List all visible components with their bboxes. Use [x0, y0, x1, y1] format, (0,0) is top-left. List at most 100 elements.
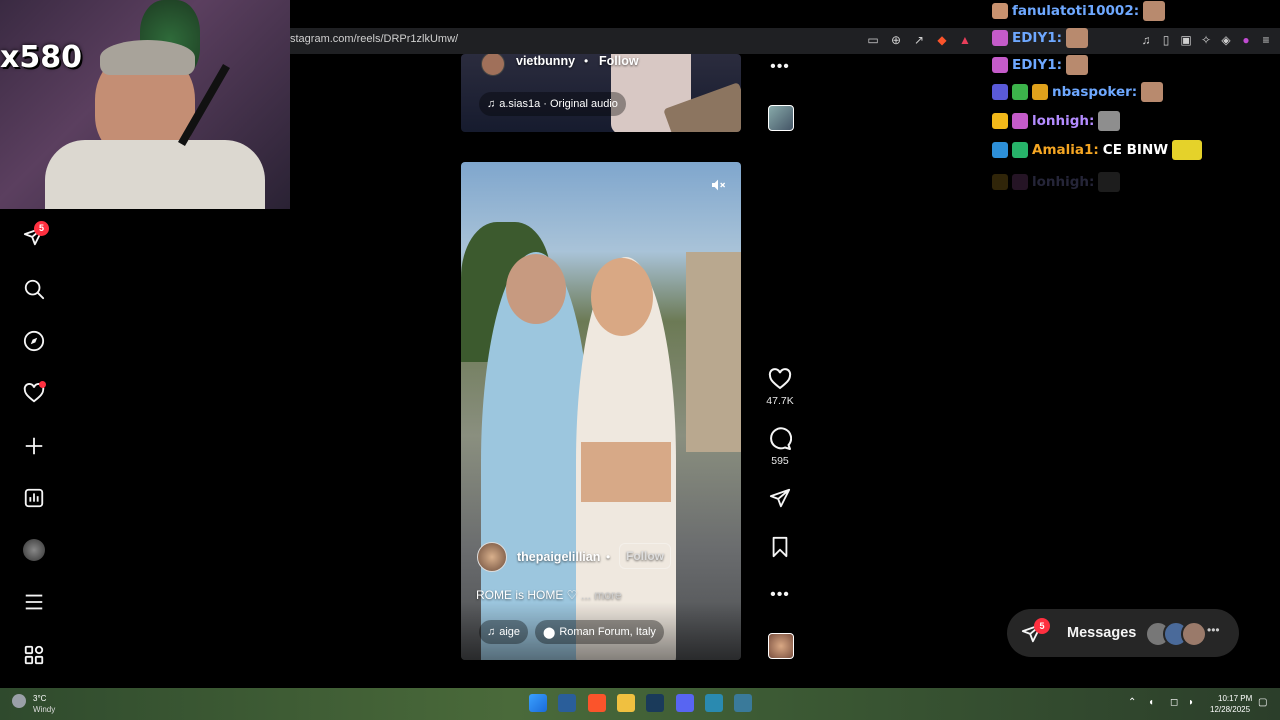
calculator-icon[interactable]	[734, 694, 752, 712]
windows-taskbar	[0, 688, 1280, 720]
network-app-icon[interactable]	[705, 694, 723, 712]
music-icon[interactable]: ♫	[1139, 33, 1153, 47]
tray-chevron-icon[interactable]: ⌃	[1128, 697, 1136, 708]
clock-time[interactable]: 10:17 PM	[1218, 694, 1252, 703]
share-button[interactable]	[767, 485, 793, 511]
music-note-icon: ♫	[487, 626, 496, 638]
weather-icon[interactable]	[12, 694, 26, 708]
audio-thumbnail[interactable]	[768, 105, 794, 131]
insights-icon	[24, 488, 44, 508]
share-icon[interactable]: ↗	[912, 33, 926, 47]
mute-button[interactable]	[705, 172, 731, 198]
volume-icon[interactable]: ◗	[1188, 697, 1194, 708]
chat-line: EDIY1:	[992, 28, 1089, 48]
webcam-overlay: x580	[0, 0, 290, 209]
search-nav[interactable]	[21, 276, 47, 302]
vpn-icon[interactable]: ◈	[1219, 33, 1233, 47]
follow-button[interactable]: Follow	[619, 543, 671, 569]
brave-shield-icon[interactable]: ◆	[935, 33, 949, 47]
explore-nav[interactable]	[21, 328, 47, 354]
more-dots-icon: •••	[770, 58, 790, 75]
chat-username: nbaspoker:	[1052, 84, 1138, 100]
plus-icon	[25, 437, 43, 455]
chat-badge-icon	[992, 3, 1008, 19]
reel-author-avatar[interactable]	[477, 542, 507, 572]
chat-line: Amalia1: CE BINW	[992, 140, 1203, 160]
chat-username: EDIY1:	[1012, 57, 1063, 73]
caption-more-link[interactable]: ... more	[581, 588, 622, 602]
location-pin-icon: ⬤	[543, 626, 556, 639]
direct-nav[interactable]: 5	[21, 221, 49, 249]
comment-button[interactable]	[767, 426, 793, 452]
chat-emote	[1172, 140, 1203, 160]
weather-temp: 3°C	[33, 694, 47, 703]
sidebar-icon[interactable]: ▯	[1159, 33, 1173, 47]
profile-nav[interactable]	[21, 537, 47, 563]
audio-label: a.sias1a · Original audio	[499, 98, 618, 110]
file-explorer-icon[interactable]	[617, 694, 635, 712]
notifications-nav[interactable]	[21, 380, 47, 406]
comment-count: 595	[771, 455, 789, 467]
more-nav[interactable]	[21, 589, 47, 615]
also-from-meta-nav[interactable]	[21, 642, 47, 668]
reel-video-previous[interactable]: vietbunny • Follow ♫ a.sias1a · Original…	[461, 54, 741, 132]
chat-emote	[1066, 28, 1089, 48]
follow-button[interactable]: Follow	[599, 54, 639, 68]
reel-video[interactable]: thepaigelillian • Follow ROME is HOME ♡ …	[461, 162, 741, 660]
chat-badge-icon	[1012, 142, 1028, 158]
like-button[interactable]	[767, 366, 793, 392]
windows-start-icon[interactable]	[529, 694, 547, 712]
chat-badge-icon	[1032, 84, 1048, 100]
chat-badge-icon	[992, 57, 1008, 73]
network-icon[interactable]: ◻	[1170, 697, 1178, 708]
discord-icon[interactable]	[676, 694, 694, 712]
more-dots-icon: •••	[770, 586, 790, 603]
chat-emote	[1143, 1, 1166, 21]
more-options-button[interactable]: •••	[767, 582, 793, 608]
create-nav[interactable]	[21, 433, 47, 459]
audio-pill[interactable]: ♫ a.sias1a · Original audio	[479, 92, 626, 116]
more-options-button[interactable]: •••	[767, 54, 793, 80]
save-button[interactable]	[767, 534, 793, 560]
send-icon	[769, 488, 791, 508]
menu-icon[interactable]: ≡	[1259, 33, 1273, 47]
extensions-icon[interactable]: ✧	[1199, 33, 1213, 47]
clock-date[interactable]: 12/28/2025	[1210, 705, 1250, 714]
reel-author-avatar[interactable]	[481, 54, 505, 76]
comment-icon	[770, 427, 792, 450]
location-pill[interactable]: ⬤ Roman Forum, Italy	[535, 620, 664, 644]
dashboard-nav[interactable]	[21, 485, 47, 511]
chat-emote	[1098, 111, 1121, 131]
messages-button[interactable]: 5 Messages •••	[1007, 609, 1239, 657]
steam-icon[interactable]	[646, 694, 664, 712]
search-icon	[24, 279, 45, 300]
reader-icon[interactable]: ▭	[866, 33, 880, 47]
chat-badge-icon	[992, 84, 1008, 100]
chat-username: EDIY1:	[1012, 30, 1063, 46]
chat-line: fanulatoti10002:	[992, 1, 1166, 21]
task-view-icon[interactable]	[558, 694, 576, 712]
monument-column	[686, 252, 741, 452]
notification-center-icon[interactable]: ▢	[1258, 697, 1267, 708]
chat-badge-icon	[992, 174, 1008, 190]
brave-browser-icon[interactable]	[588, 694, 606, 712]
leo-icon[interactable]: ●	[1239, 33, 1253, 47]
speaker-muted-icon	[712, 179, 726, 191]
weather-desc: Windy	[33, 705, 56, 714]
zoom-icon[interactable]: ⊕	[889, 33, 903, 47]
apps-grid-icon	[24, 645, 44, 665]
brave-rewards-icon[interactable]: ▲	[958, 33, 972, 47]
chat-emote	[1098, 172, 1121, 192]
address-bar[interactable]: stagram.com/reels/DRPr1zlkUmw/	[290, 33, 458, 45]
audio-pill[interactable]: ♫ aige	[479, 620, 529, 644]
speaker-icon[interactable]: ◖	[1148, 697, 1154, 708]
heart-icon	[768, 368, 792, 390]
chat-emote	[1066, 55, 1089, 75]
avatar	[1181, 621, 1207, 647]
woman-face	[591, 258, 653, 336]
chat-username: fanulatoti10002:	[1012, 3, 1140, 19]
reel-username[interactable]: thepaigelillian	[517, 550, 600, 564]
audio-thumbnail[interactable]	[768, 633, 794, 659]
wallet-icon[interactable]: ▣	[1179, 33, 1193, 47]
reel-username[interactable]: vietbunny	[516, 54, 575, 68]
